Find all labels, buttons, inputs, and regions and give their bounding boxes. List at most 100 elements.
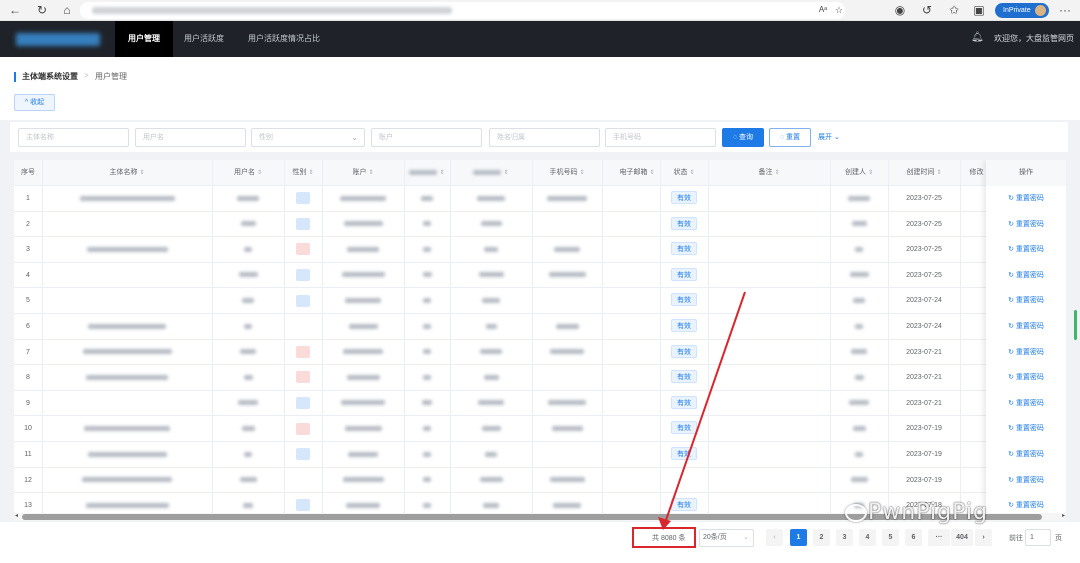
column-header[interactable]: 主体名称 ⇕ xyxy=(42,160,212,186)
vertical-scroll-indicator[interactable] xyxy=(1074,310,1077,340)
sort-icon[interactable]: ⇕ xyxy=(139,170,144,176)
row-number: 11 xyxy=(24,451,32,458)
page-button[interactable]: 1 xyxy=(790,529,807,546)
blurred-cell xyxy=(322,416,404,441)
subject-name-input[interactable]: 主体名称 xyxy=(18,128,129,147)
query-button[interactable]: ◌ 查询 xyxy=(722,128,764,147)
column-header[interactable]: 账户 ⇕ xyxy=(322,160,404,186)
page-size-select[interactable]: 20条/页 ⌄ xyxy=(699,529,754,547)
table-row[interactable]: 4有效2023-07-25系 xyxy=(14,262,1066,289)
goto-page-input[interactable]: 1 xyxy=(1025,529,1051,546)
column-header[interactable]: 用户名 ⇕ xyxy=(212,160,284,186)
sort-icon[interactable]: ⇕ xyxy=(936,170,941,176)
favorites-bar-icon[interactable]: ✩ xyxy=(947,3,961,17)
reset-button[interactable]: ◌ 重置 xyxy=(769,128,811,147)
reset-password-link[interactable]: ↻ 重置密码 xyxy=(986,263,1066,288)
sort-icon[interactable]: ⇕ xyxy=(689,170,694,176)
scroll-left-icon[interactable]: ◂ xyxy=(15,512,18,519)
favorite-icon[interactable]: ☆ xyxy=(832,3,846,17)
page-button[interactable]: 404 xyxy=(951,529,973,546)
table-row[interactable]: 2 有效 2023-07-25 xyxy=(14,211,1066,238)
sort-icon[interactable]: ⇕ xyxy=(257,170,262,176)
blurred-cell xyxy=(450,365,532,390)
bell-icon[interactable]: 🔔︎ xyxy=(971,32,984,43)
scroll-right-icon[interactable]: ▸ xyxy=(1062,512,1065,519)
reset-password-link[interactable]: ↻ 重置密码 xyxy=(986,186,1066,211)
page-button[interactable]: 6 xyxy=(905,529,922,546)
sort-icon[interactable]: ⇕ xyxy=(774,170,779,176)
name-owner-input[interactable]: 姓名归属 xyxy=(489,128,600,147)
tab-user-activity[interactable]: 用户活跃度 xyxy=(176,21,232,57)
table-row[interactable]: 10 有效 2023-07-19 xyxy=(14,416,1066,442)
column-header[interactable]: 状态 ⇕ xyxy=(660,160,708,186)
sort-icon[interactable]: ⇕ xyxy=(503,170,508,176)
refresh-icon: ↻ xyxy=(1008,297,1016,305)
reset-password-link[interactable]: ↻ 重置密码 xyxy=(986,237,1066,262)
collections-icon[interactable]: ▣ xyxy=(972,3,986,17)
table-row[interactable]: 3 有效 2023-07-25 xyxy=(14,237,1066,263)
table-row[interactable]: 6有效2023-07-24系 xyxy=(14,314,1066,340)
reset-password-link[interactable]: ↻ 重置密码 xyxy=(986,288,1066,313)
column-header[interactable]: 创建人 ⇕ xyxy=(830,160,888,186)
table-row[interactable]: 5有效2023-07-24系 xyxy=(14,288,1066,314)
reset-password-link[interactable]: ↻ 重置密码 xyxy=(986,391,1066,416)
expand-button[interactable]: 展开 ⌄ xyxy=(818,128,840,147)
table-row[interactable]: 9有效2023-07-21系 xyxy=(14,390,1066,417)
column-header[interactable]: 手机号码 ⇕ xyxy=(532,160,602,186)
reset-password-link[interactable]: ↻ 重置密码 xyxy=(986,493,1066,513)
prev-page-button[interactable]: ‹ xyxy=(766,529,783,546)
table-row[interactable]: 12 2023-07-19 xyxy=(14,467,1066,494)
sort-icon[interactable]: ⇕ xyxy=(368,170,373,176)
gender-cell xyxy=(284,237,322,262)
column-header[interactable]: 创建时间 ⇕ xyxy=(888,160,960,186)
redacted-value xyxy=(483,502,499,508)
gender-select[interactable]: 性别 ⌄ xyxy=(251,128,365,147)
tab-user-activity-ratio[interactable]: 用户活跃度情况占比 xyxy=(238,21,330,57)
refresh-icon[interactable]: ↻ xyxy=(35,3,49,17)
inprivate-badge[interactable]: InPrivate xyxy=(995,3,1049,18)
reset-password-link[interactable]: ↻ 重置密码 xyxy=(986,365,1066,390)
next-page-button[interactable]: › xyxy=(975,529,992,546)
tab-user-management[interactable]: 用户管理 xyxy=(115,21,173,57)
extension-icon[interactable]: ◉ xyxy=(893,3,907,17)
page-button[interactable]: 3 xyxy=(836,529,853,546)
read-aloud-icon[interactable]: Aᵃ xyxy=(816,3,830,17)
reset-password-link[interactable]: ↻ 重置密码 xyxy=(986,314,1066,339)
column-header[interactable]: 性别 ⇕ xyxy=(284,160,322,186)
page-ellipsis[interactable]: ··· xyxy=(928,529,950,546)
redacted-value xyxy=(483,374,499,380)
sort-icon[interactable]: ⇕ xyxy=(439,170,444,176)
breadcrumb-root[interactable]: 主体端系统设置 xyxy=(22,71,78,82)
reset-password-link[interactable]: ↻ 重置密码 xyxy=(986,416,1066,441)
sort-icon[interactable]: ⇕ xyxy=(649,170,654,176)
sync-icon[interactable]: ↺ xyxy=(920,3,934,17)
table-row[interactable]: 8 有效 2023-07-21 xyxy=(14,365,1066,391)
reset-password-link[interactable]: ↻ 重置密码 xyxy=(986,442,1066,467)
table-row[interactable]: 11 有效 2023-07-19 xyxy=(14,442,1066,468)
page-button[interactable]: 2 xyxy=(813,529,830,546)
sort-icon[interactable]: ⇕ xyxy=(579,170,584,176)
address-bar[interactable]: Aᵃ ☆ xyxy=(80,2,845,19)
page-button[interactable]: 5 xyxy=(882,529,899,546)
page-button[interactable]: 4 xyxy=(859,529,876,546)
back-icon[interactable]: ← xyxy=(8,3,22,17)
username-input[interactable]: 用户名 xyxy=(135,128,246,147)
reset-password-link[interactable]: ↻ 重置密码 xyxy=(986,468,1066,493)
blurred-cell xyxy=(322,186,404,211)
column-header[interactable]: ⇕ xyxy=(404,160,450,186)
column-header-label: 用户名 xyxy=(233,169,255,176)
redacted-value xyxy=(480,349,502,355)
reset-password-link[interactable]: ↻ 重置密码 xyxy=(986,340,1066,365)
more-icon[interactable]: ··· xyxy=(1058,3,1072,17)
table-row[interactable]: 1 有效 2023-07-25 xyxy=(14,186,1066,212)
phone-input[interactable]: 手机号码 xyxy=(605,128,716,147)
column-header[interactable]: ⇕ xyxy=(450,160,532,186)
table-row[interactable]: 7 有效 2023-07-21 xyxy=(14,339,1066,366)
column-header[interactable]: 备注 ⇕ xyxy=(708,160,830,186)
collapse-button[interactable]: ^ 收起 xyxy=(14,94,55,111)
home-icon[interactable]: ⌂ xyxy=(60,3,74,17)
sort-icon[interactable]: ⇕ xyxy=(868,170,873,176)
reset-password-link[interactable]: ↻ 重置密码 xyxy=(986,212,1066,237)
account-input[interactable]: 账户 xyxy=(371,128,482,147)
sort-icon[interactable]: ⇕ xyxy=(308,170,313,176)
